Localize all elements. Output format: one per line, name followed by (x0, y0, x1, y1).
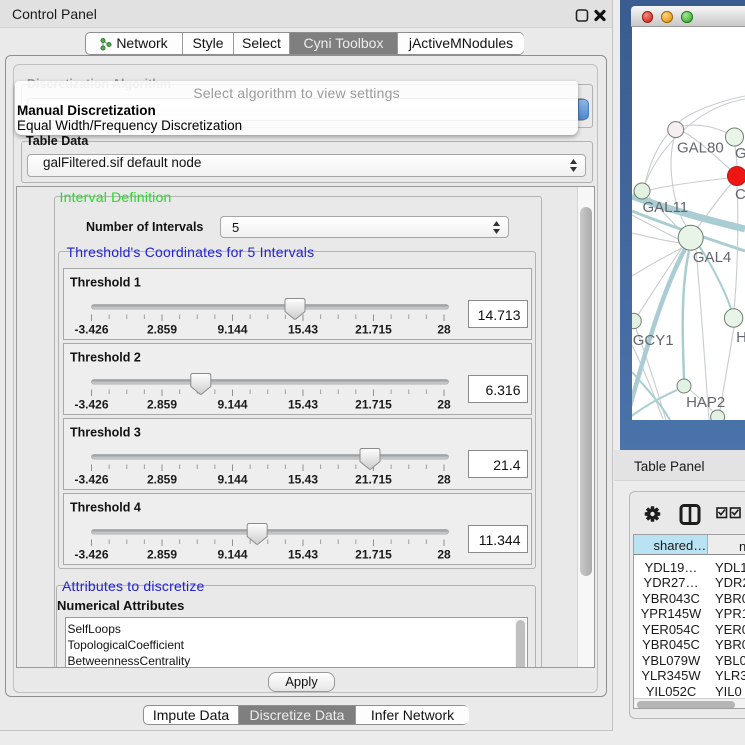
svg-text:-3.426: -3.426 (74, 548, 108, 562)
svg-text:2.859: 2.859 (146, 548, 176, 562)
svg-text:9.144: 9.144 (217, 323, 247, 337)
svg-text:-3.426: -3.426 (74, 323, 108, 337)
svg-text:21.715: 21.715 (355, 548, 392, 562)
svg-text:CAD1: CAD1 (735, 186, 745, 203)
svg-text:Threshold 2: Threshold 2 (70, 351, 141, 365)
svg-text:21.715: 21.715 (355, 398, 392, 412)
svg-text:21.715: 21.715 (355, 323, 392, 337)
svg-text:Threshold 4: Threshold 4 (70, 501, 141, 515)
svg-text:2.859: 2.859 (146, 473, 176, 487)
svg-text:GCY1: GCY1 (633, 332, 674, 349)
svg-text:15.43: 15.43 (287, 323, 317, 337)
svg-text:15.43: 15.43 (287, 473, 317, 487)
svg-text:28: 28 (437, 548, 451, 562)
svg-text:21.715: 21.715 (355, 473, 392, 487)
svg-text:15.43: 15.43 (287, 398, 317, 412)
svg-text:GAL80: GAL80 (677, 140, 724, 157)
svg-text:9.144: 9.144 (217, 473, 247, 487)
svg-text:GAL7: GAL7 (735, 145, 745, 162)
svg-text:Threshold 1: Threshold 1 (70, 276, 141, 290)
svg-text:28: 28 (437, 398, 451, 412)
svg-text:HIS4: HIS4 (736, 329, 745, 346)
svg-text:Threshold 3: Threshold 3 (70, 426, 141, 440)
svg-text:9.144: 9.144 (217, 398, 247, 412)
svg-text:-3.426: -3.426 (74, 473, 108, 487)
svg-text:9.144: 9.144 (217, 548, 247, 562)
svg-text:15.43: 15.43 (287, 548, 317, 562)
svg-text:GAL11: GAL11 (643, 199, 689, 216)
svg-text:2.859: 2.859 (146, 323, 176, 337)
svg-text:2.859: 2.859 (146, 398, 176, 412)
svg-text:28: 28 (437, 323, 451, 337)
svg-text:28: 28 (437, 473, 451, 487)
svg-text:HAP2: HAP2 (686, 394, 725, 411)
svg-text:GAL4: GAL4 (693, 249, 731, 266)
svg-text:-3.426: -3.426 (74, 398, 108, 412)
